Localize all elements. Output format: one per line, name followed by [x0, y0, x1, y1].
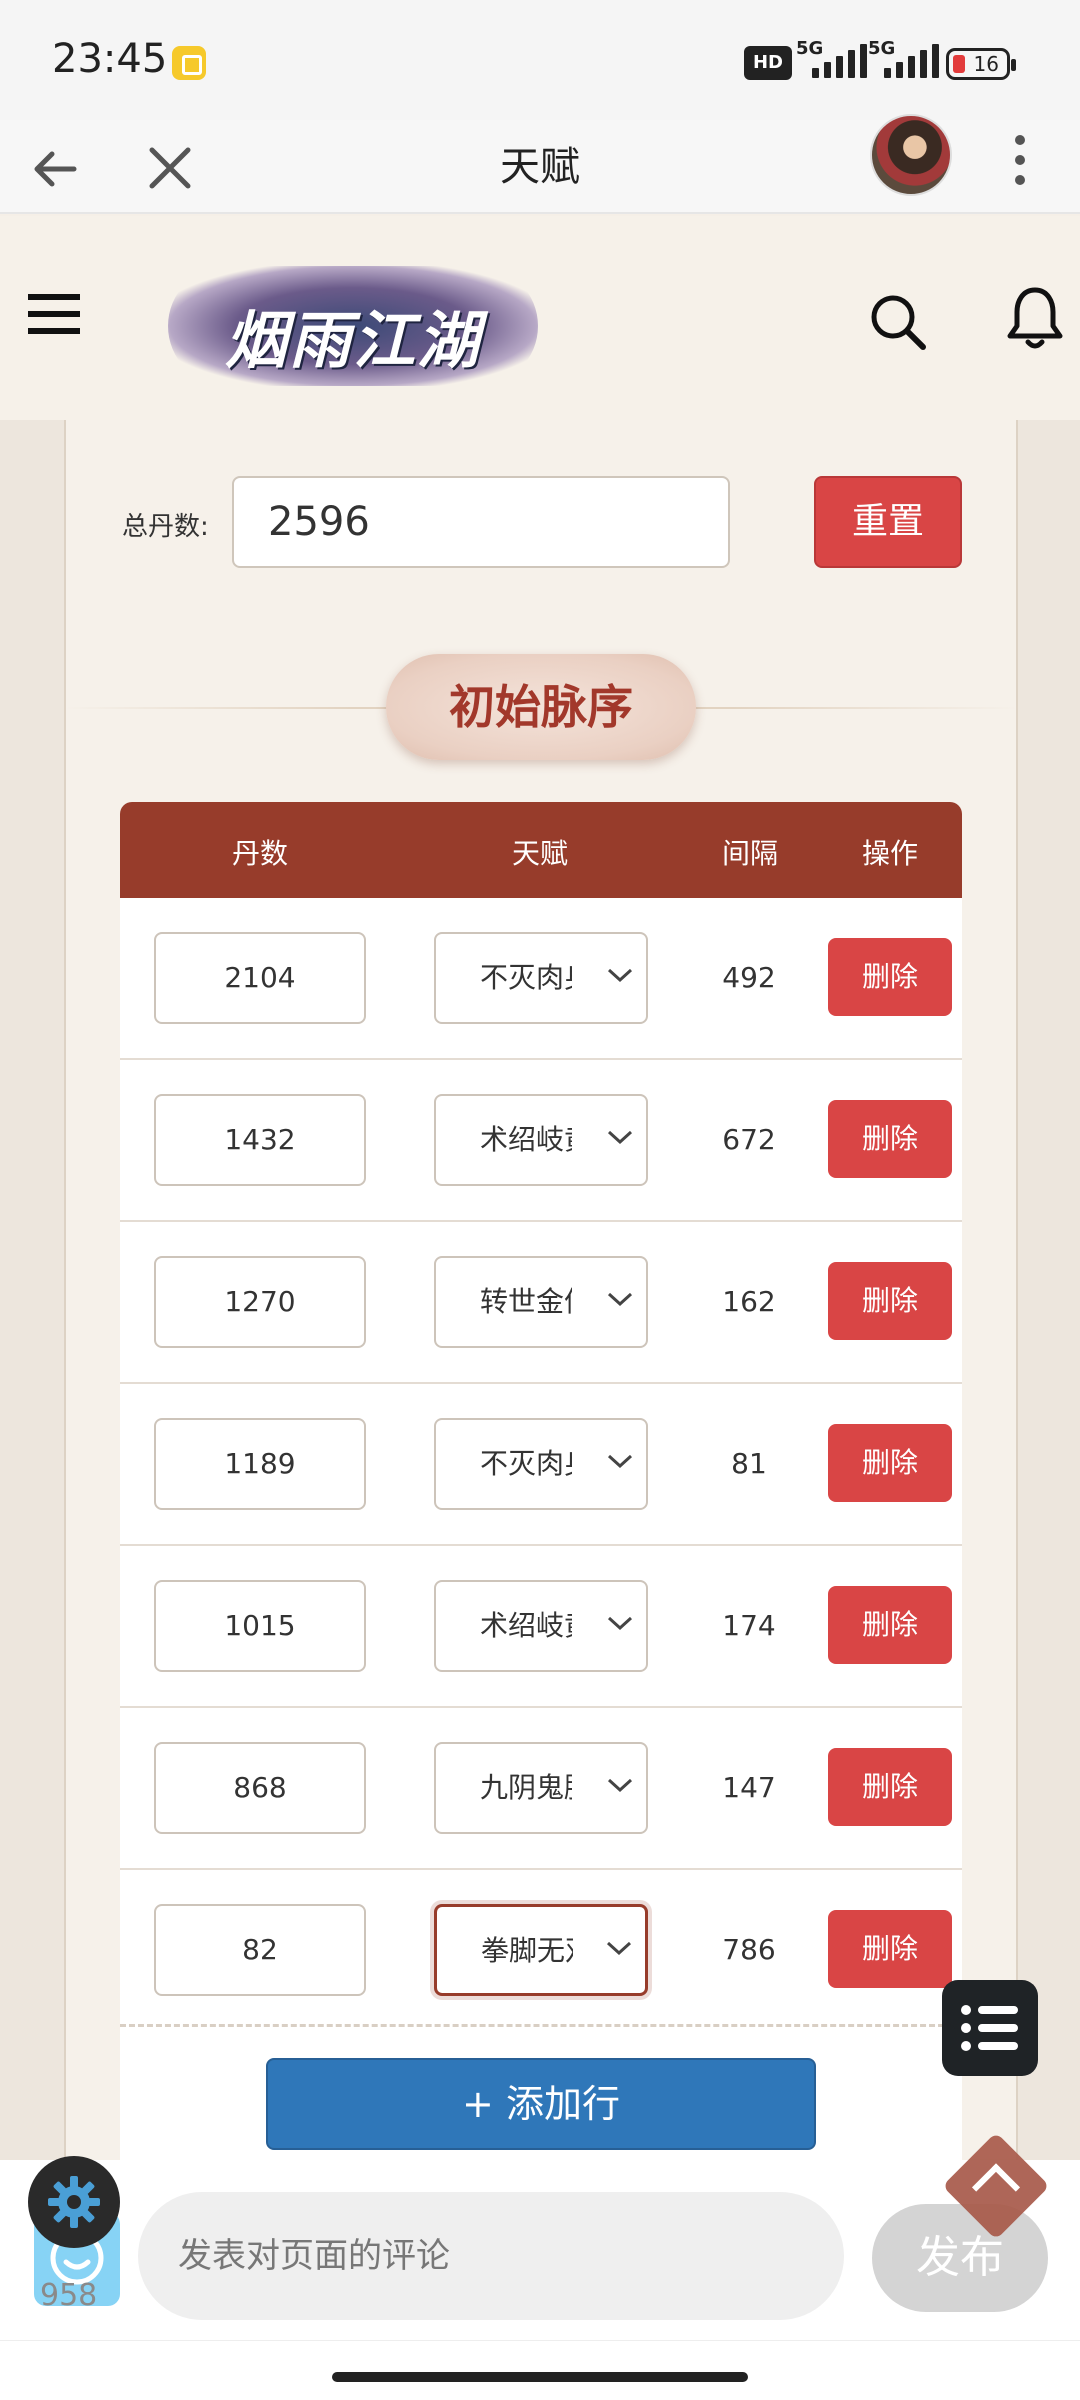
talent-select[interactable]: 转世金仙	[434, 1256, 648, 1348]
section-title: 初始脉序	[386, 654, 696, 760]
signal-icon	[812, 40, 867, 78]
delete-button[interactable]: 删除	[828, 1748, 952, 1826]
dan-input[interactable]: 82	[154, 1904, 366, 1996]
talent-select-value: 转世金仙	[480, 1285, 572, 1318]
dan-input[interactable]: 868	[154, 1742, 366, 1834]
add-row-button[interactable]: + 添加行	[266, 2058, 816, 2150]
interval-value: 672	[722, 1123, 776, 1156]
interval-value: 147	[722, 1771, 776, 1804]
talent-select-value: 术绍岐黄	[480, 1123, 572, 1156]
talent-select-value: 不灭肉身	[480, 1447, 572, 1480]
table-row: 82 拳脚无双 786 删除	[120, 1870, 962, 2032]
list-icon[interactable]	[942, 1980, 1038, 2076]
talent-select-value: 不灭肉身	[480, 961, 572, 994]
dan-input[interactable]: 1189	[154, 1418, 366, 1510]
chevron-down-icon	[607, 1454, 633, 1469]
site-header: 烟雨江湖	[0, 216, 1080, 420]
menu-icon[interactable]	[26, 290, 82, 338]
avatar[interactable]	[870, 114, 952, 196]
header-talent: 天赋	[512, 837, 569, 870]
talent-select[interactable]: 不灭肉身	[434, 932, 648, 1024]
talent-select[interactable]: 术绍岐黄	[434, 1580, 648, 1672]
chevron-down-icon	[607, 1616, 633, 1631]
talent-select-value: 拳脚无双	[481, 1934, 573, 1967]
signal-icon-2	[884, 40, 939, 78]
total-dan-label: 总丹数:	[122, 512, 209, 542]
talent-select-value: 术绍岐黄	[480, 1609, 572, 1642]
table-row: 2104 不灭肉身 492 删除	[120, 898, 962, 1060]
talent-select[interactable]: 术绍岐黄	[434, 1094, 648, 1186]
header-action: 操作	[862, 837, 919, 870]
logo-text: 烟雨江湖	[224, 304, 481, 377]
chevron-down-icon	[606, 1941, 632, 1956]
talent-select[interactable]: 不灭肉身	[434, 1418, 648, 1510]
like-count: 958	[40, 2278, 98, 2313]
dan-input[interactable]: 1015	[154, 1580, 366, 1672]
table-row: 868 九阴鬼脉 147 删除	[120, 1708, 962, 1870]
total-dan-input[interactable]: 2596	[232, 476, 730, 568]
delete-button[interactable]: 删除	[828, 938, 952, 1016]
dan-input[interactable]: 2104	[154, 932, 366, 1024]
status-bar: 23:45 HD 5G 5G 16	[0, 0, 1080, 120]
system-nav-bar	[0, 2340, 1080, 2400]
publish-button[interactable]: 发布	[872, 2204, 1048, 2312]
table-row: 1432 术绍岐黄 672 删除	[120, 1060, 962, 1222]
chevron-down-icon	[607, 1292, 633, 1307]
interval-value: 174	[722, 1609, 776, 1642]
hd-badge: HD	[744, 46, 792, 80]
delete-button[interactable]: 删除	[828, 1100, 952, 1178]
header-dan: 丹数	[232, 837, 289, 870]
interval-value: 492	[722, 961, 776, 994]
talent-table: 丹数 天赋 间隔 操作 2104 不灭肉身 492 删除 1432 术绍岐黄 6…	[120, 802, 962, 2032]
table-row: 1189 不灭肉身 81 删除	[120, 1384, 962, 1546]
site-logo[interactable]: 烟雨江湖	[168, 266, 538, 386]
delete-button[interactable]: 删除	[828, 1910, 952, 1988]
home-indicator[interactable]	[332, 2372, 748, 2382]
notification-app-icon	[172, 46, 206, 80]
chevron-down-icon	[607, 968, 633, 983]
header-interval: 间隔	[722, 837, 779, 870]
more-icon[interactable]	[1010, 132, 1030, 188]
table-row: 1015 术绍岐黄 174 删除	[120, 1546, 962, 1708]
delete-button[interactable]: 删除	[828, 1262, 952, 1340]
talent-select[interactable]: 九阴鬼脉	[434, 1742, 648, 1834]
talent-select[interactable]: 拳脚无双	[434, 1904, 648, 1996]
interval-value: 162	[722, 1285, 776, 1318]
dan-input[interactable]: 1270	[154, 1256, 366, 1348]
comment-input[interactable]: 发表对页面的评论	[138, 2192, 844, 2320]
interval-value: 786	[722, 1933, 776, 1966]
table-header: 丹数 天赋 间隔 操作	[120, 802, 962, 898]
main-content: 总丹数: 2596 重置 初始脉序 丹数 天赋 间隔 操作 2104 不灭肉身 …	[0, 420, 1080, 2160]
chevron-down-icon	[607, 1778, 633, 1793]
battery-icon: 16	[946, 48, 1016, 80]
table-divider	[120, 2024, 962, 2027]
gear-icon[interactable]	[28, 2156, 120, 2248]
reset-button[interactable]: 重置	[814, 476, 962, 568]
delete-button[interactable]: 删除	[828, 1424, 952, 1502]
dan-input[interactable]: 1432	[154, 1094, 366, 1186]
table-row: 1270 转世金仙 162 删除	[120, 1222, 962, 1384]
search-icon[interactable]	[868, 292, 928, 352]
delete-button[interactable]: 删除	[828, 1586, 952, 1664]
status-time: 23:45	[52, 36, 168, 82]
chevron-down-icon	[607, 1130, 633, 1145]
talent-select-value: 九阴鬼脉	[480, 1771, 572, 1804]
interval-value: 81	[731, 1447, 767, 1480]
bell-icon[interactable]	[1004, 284, 1066, 352]
